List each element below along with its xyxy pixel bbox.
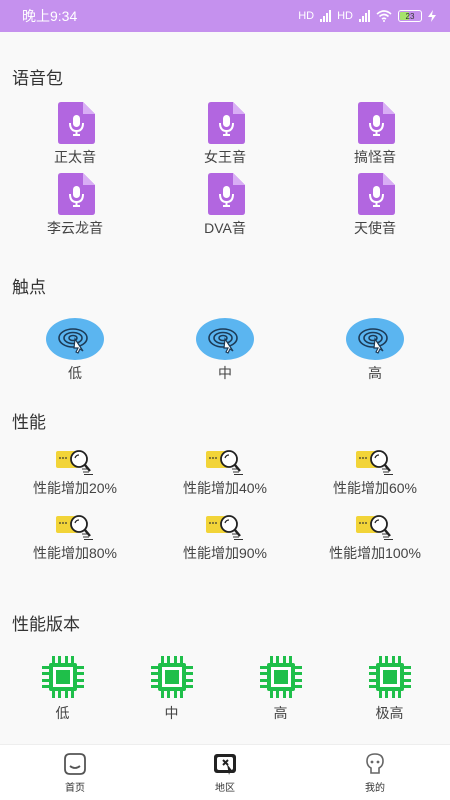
signal-icon-2 <box>359 10 370 22</box>
nav-item-home[interactable]: 首页 <box>0 745 150 800</box>
network-label-2: HD <box>337 10 353 22</box>
status-time: 晚上9:34 <box>22 8 78 24</box>
voice-item-zhengtai[interactable]: 正太音 <box>0 102 150 167</box>
performance-item-label: 性能增加20% <box>32 480 118 496</box>
search-folder-icon <box>356 512 394 540</box>
status-bar: 晚上9:34 HD HD 23 <box>0 0 450 32</box>
version-section-title: 性能版本 <box>12 615 80 634</box>
profile-icon <box>366 753 384 774</box>
microphone-file-icon <box>55 173 95 215</box>
chip-icon <box>40 654 86 700</box>
version-item-label: 中 <box>164 705 179 721</box>
performance-grid: 性能增加20% 性能增加40% 性能增加60% 性能增加80% 性能增加90% … <box>0 447 450 563</box>
performance-item-100[interactable]: 性能增加100% <box>300 512 450 563</box>
battery-icon: 23 <box>398 10 422 22</box>
search-folder-icon <box>206 512 244 540</box>
performance-item-90[interactable]: 性能增加90% <box>150 512 300 563</box>
chip-icon <box>258 654 304 700</box>
voice-item-label: DVA音 <box>204 220 246 236</box>
touch-cursor-icon <box>196 318 254 360</box>
home-face-icon <box>64 753 86 775</box>
version-grid: 低 中 高 极高 <box>8 654 444 723</box>
version-item-label: 低 <box>55 705 70 721</box>
touch-cursor-icon <box>346 318 404 360</box>
performance-section-title: 性能 <box>12 413 46 432</box>
wifi-icon <box>376 10 392 22</box>
network-label-1: HD <box>298 10 315 22</box>
touch-item-label: 中 <box>218 365 232 381</box>
version-item-high[interactable]: 高 <box>226 654 335 723</box>
performance-item-label: 性能增加60% <box>332 480 418 496</box>
performance-item-80[interactable]: 性能增加80% <box>0 512 150 563</box>
chip-icon <box>149 654 195 700</box>
search-folder-icon <box>356 447 394 475</box>
microphone-file-icon <box>205 173 245 215</box>
nav-item-mine[interactable]: 我的 <box>300 745 450 800</box>
touch-item-low[interactable]: 低 <box>0 318 150 383</box>
version-item-ultra[interactable]: 极高 <box>335 654 444 723</box>
performance-item-40[interactable]: 性能增加40% <box>150 447 300 498</box>
microphone-file-icon <box>355 102 395 144</box>
touch-cursor-icon <box>46 318 104 360</box>
version-item-low[interactable]: 低 <box>8 654 117 723</box>
version-item-label: 极高 <box>375 705 404 721</box>
voice-item-label: 天使音 <box>354 220 396 236</box>
performance-item-label: 性能增加80% <box>32 545 118 561</box>
search-folder-icon <box>56 512 94 540</box>
bottom-nav: 首页 地区 我的 <box>0 744 450 800</box>
touch-item-label: 低 <box>68 365 82 381</box>
region-icon <box>214 754 236 775</box>
touch-item-medium[interactable]: 中 <box>150 318 300 383</box>
microphone-file-icon <box>355 173 395 215</box>
touch-item-label: 高 <box>368 365 382 381</box>
voice-item-tianshi[interactable]: 天使音 <box>300 173 450 238</box>
voice-section-title: 语音包 <box>12 69 63 88</box>
voice-item-label: 正太音 <box>54 149 96 165</box>
charging-icon <box>428 10 436 22</box>
touch-section-title: 触点 <box>12 278 46 297</box>
version-item-label: 高 <box>273 705 288 721</box>
touch-item-high[interactable]: 高 <box>300 318 450 383</box>
voice-item-label: 李云龙音 <box>47 220 103 236</box>
voice-item-nvwang[interactable]: 女王音 <box>150 102 300 167</box>
touch-grid: 低 中 高 <box>0 318 450 383</box>
performance-item-label: 性能增加40% <box>182 480 268 496</box>
main-content: 语音包 正太音 女王音 搞怪音 李云龙音 DVA音 天使音 触点 低 中 高 性… <box>0 32 450 744</box>
nav-label-region: 地区 <box>215 783 235 794</box>
status-icons: HD HD 23 <box>298 10 436 22</box>
chip-icon <box>367 654 413 700</box>
performance-item-label: 性能增加90% <box>182 545 268 561</box>
voice-item-liyunlong[interactable]: 李云龙音 <box>0 173 150 238</box>
performance-item-60[interactable]: 性能增加60% <box>300 447 450 498</box>
battery-level: 23 <box>405 11 415 21</box>
voice-item-label: 搞怪音 <box>354 149 396 165</box>
search-folder-icon <box>206 447 244 475</box>
nav-label-mine: 我的 <box>365 783 385 794</box>
nav-label-home: 首页 <box>65 783 85 794</box>
voice-item-label: 女王音 <box>204 149 246 165</box>
performance-item-label: 性能增加100% <box>329 545 421 561</box>
voice-item-gaoguai[interactable]: 搞怪音 <box>300 102 450 167</box>
search-folder-icon <box>56 447 94 475</box>
microphone-file-icon <box>55 102 95 144</box>
signal-icon <box>320 10 332 22</box>
voice-grid: 正太音 女王音 搞怪音 李云龙音 DVA音 天使音 <box>0 102 450 238</box>
nav-item-region[interactable]: 地区 <box>150 745 300 800</box>
performance-item-20[interactable]: 性能增加20% <box>0 447 150 498</box>
voice-item-dva[interactable]: DVA音 <box>150 173 300 238</box>
version-item-medium[interactable]: 中 <box>117 654 226 723</box>
microphone-file-icon <box>205 102 245 144</box>
